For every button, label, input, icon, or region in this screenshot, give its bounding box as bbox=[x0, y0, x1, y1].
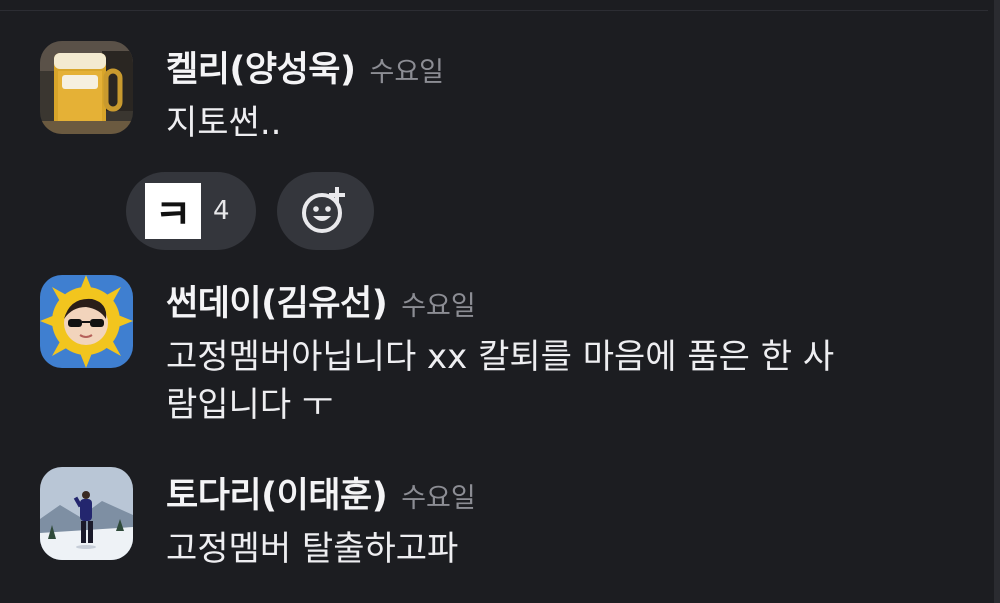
scrollbar-track[interactable] bbox=[994, 0, 1000, 603]
divider bbox=[0, 10, 988, 11]
add-reaction-button[interactable] bbox=[277, 172, 374, 250]
avatar[interactable] bbox=[40, 275, 133, 368]
smiley-plus-icon bbox=[301, 187, 345, 233]
sender-name[interactable]: 토다리(이태훈) bbox=[166, 467, 388, 518]
message-item: 토다리(이태훈) 수요일 고정멤버 탈출하고파 bbox=[40, 467, 970, 577]
message-timestamp: 수요일 bbox=[369, 57, 445, 88]
reactions-bar: ㅋ 4 bbox=[126, 172, 374, 250]
message-text-line: 고정멤버아닙니다 xx 칼퇴를 마음에 품은 한 사 bbox=[166, 337, 835, 377]
beer-glass-avatar-icon bbox=[40, 41, 133, 134]
sender-name[interactable]: 썬데이(김유선) bbox=[166, 275, 388, 326]
reaction-count: 4 bbox=[213, 196, 230, 226]
avatar[interactable] bbox=[40, 41, 133, 134]
message-timestamp: 수요일 bbox=[401, 291, 476, 322]
snow-person-avatar-icon bbox=[40, 467, 133, 560]
sender-name[interactable]: 켈리(양성욱) bbox=[166, 41, 356, 92]
reaction-emoji: ㅋ bbox=[145, 183, 201, 239]
message-timestamp: 수요일 bbox=[401, 483, 476, 514]
message-text-line: 람입니다 ㅜ bbox=[166, 385, 334, 425]
chat-thread: 켈리(양성욱) 수요일 지토썬.. ㅋ 4 썬데이(김유선) 수요일 고정멤버아… bbox=[0, 0, 1000, 603]
message-text: 고정멤버 탈출하고파 bbox=[166, 529, 459, 569]
avatar[interactable] bbox=[40, 467, 133, 560]
message-item: 썬데이(김유선) 수요일 고정멤버아닙니다 xx 칼퇴를 마음에 품은 한 사 … bbox=[40, 275, 970, 445]
sun-face-avatar-icon bbox=[40, 275, 133, 368]
reaction-chip[interactable]: ㅋ 4 bbox=[126, 172, 256, 250]
message-text: 지토썬.. bbox=[166, 103, 282, 143]
